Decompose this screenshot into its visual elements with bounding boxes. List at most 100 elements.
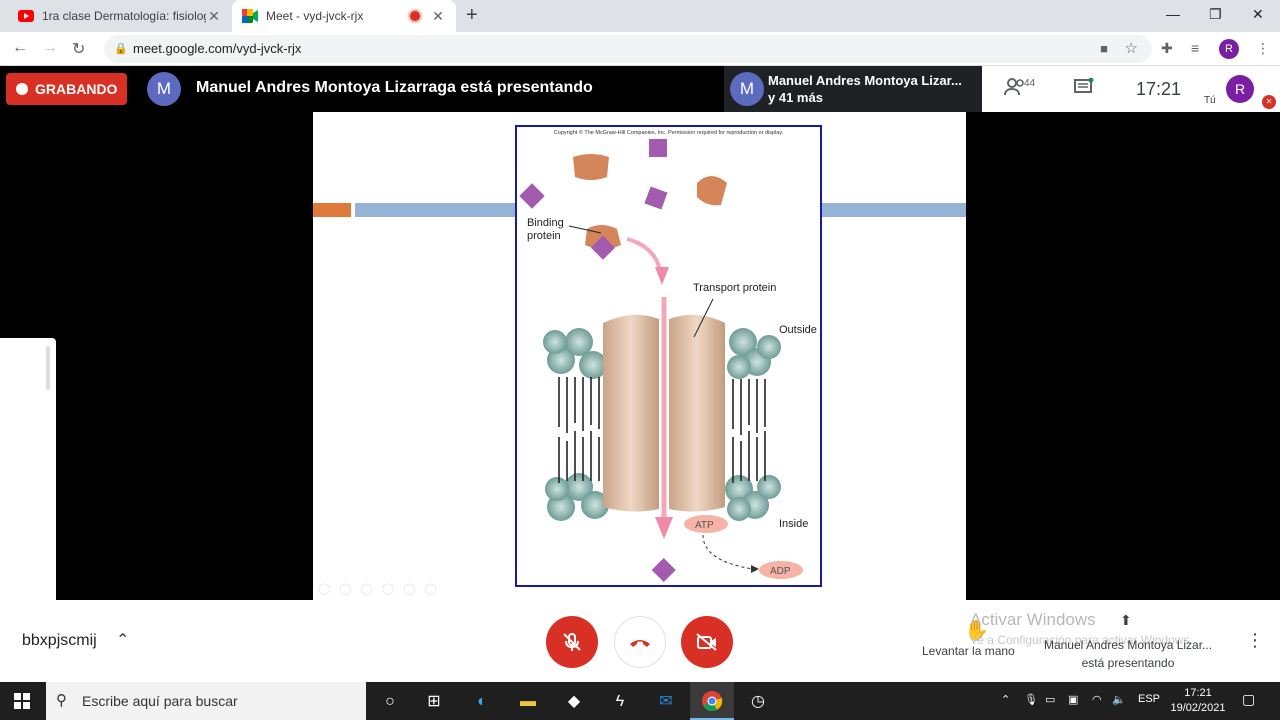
youtube-icon <box>18 8 34 24</box>
windows-start-icon[interactable] <box>14 693 30 709</box>
omnibox[interactable]: 🔒 meet.google.com/vyd-jvck-rjx ■ ☆ <box>104 35 1152 63</box>
minimize-icon[interactable]: — <box>1166 6 1180 22</box>
binding-protein-shape <box>573 154 609 180</box>
speaker-more-text: y 41 más <box>768 90 823 105</box>
slide-toolbar[interactable]: ◯◯◯◯◯◯ <box>318 582 446 595</box>
language-indicator[interactable]: ESP <box>1138 693 1160 705</box>
speaker-name: Manuel Andres Montoya Lizar... y 41 más <box>768 72 962 106</box>
lipid-bilayer-right <box>725 328 781 521</box>
windows-taskbar: ⚲ Escribe aquí para buscar ○ ⊞ ◐ ▬ ◆ ϟ ✉… <box>0 682 1280 720</box>
solute-diamond <box>644 186 668 210</box>
extensions-icon[interactable]: ✚ <box>1161 40 1173 57</box>
presenting-footer[interactable]: Manuel Andres Montoya Lizar... está pres… <box>1040 636 1216 672</box>
power-automate-icon[interactable]: ϟ <box>609 691 631 713</box>
volume-icon[interactable]: 🔈 <box>1112 693 1126 706</box>
tray-app-icon[interactable]: ▣ <box>1068 693 1078 706</box>
media-control-icon[interactable]: ≡ <box>1191 40 1199 56</box>
label-adp: ADP <box>770 566 791 577</box>
camera-toggle-button[interactable] <box>681 616 733 668</box>
taskbar-clock[interactable]: 17:21 19/02/2021 <box>1170 686 1226 716</box>
camera-icon[interactable]: ■ <box>1100 41 1108 56</box>
tab-title: Meet - vyd-jvck-rjx <box>266 9 364 23</box>
slide-header-bar <box>822 203 966 217</box>
chrome-taskbar-button[interactable] <box>690 682 734 720</box>
speaker-avatar: M <box>730 72 764 106</box>
presenting-footer-text: está presentando <box>1081 656 1175 670</box>
mic-muted-icon: ✕ <box>1262 95 1276 109</box>
meeting-clock: 17:21 <box>1136 79 1182 99</box>
taskbar-time: 17:21 <box>1184 687 1212 699</box>
close-tab-icon[interactable]: ✕ <box>430 8 446 25</box>
reload-icon[interactable]: ↻ <box>72 39 85 59</box>
meet-bottom-bar: bbxpjscmij ⌃ ✋ Levantar la mano Activar … <box>0 600 1280 682</box>
presented-slide: Copyright © The McGraw-Hill Companies, I… <box>313 112 966 600</box>
tab-meet[interactable]: Meet - vyd-jvck-rjx ✕ <box>232 0 456 32</box>
self-avatar[interactable]: R <box>1226 75 1254 103</box>
profile-avatar[interactable]: R <box>1219 39 1239 59</box>
scrollbar[interactable] <box>46 346 50 390</box>
windows-watermark-title: Activar Windows <box>970 610 1096 629</box>
label-binding: Binding protein <box>527 217 564 242</box>
camera-off-icon <box>696 633 717 651</box>
bookmark-star-icon[interactable]: ☆ <box>1125 39 1138 57</box>
presenter-avatar: M <box>147 72 181 106</box>
search-icon: ⚲ <box>56 692 67 709</box>
battery-icon[interactable]: ▭ <box>1045 693 1055 706</box>
speaker-tile[interactable]: M Manuel Andres Montoya Lizar... y 41 má… <box>724 66 982 112</box>
arrow-curve <box>626 237 663 276</box>
dropbox-icon[interactable]: ◆ <box>563 691 585 713</box>
cortana-icon[interactable]: ○ <box>379 691 401 713</box>
hangup-icon <box>630 640 650 647</box>
participants-count: 44 <box>1024 78 1036 89</box>
tab-title: 1ra clase Dermatología: fisiologí <box>42 9 206 23</box>
tray-chevron-icon[interactable]: ⌃ <box>1001 693 1010 706</box>
url-text[interactable]: meet.google.com/vyd-jvck-rjx <box>133 41 301 56</box>
taskbar-search-placeholder: Escribe aquí para buscar <box>82 693 238 709</box>
binding-protein-shape <box>697 176 727 206</box>
self-label: Tú <box>1204 95 1216 106</box>
chat-icon[interactable] <box>1074 77 1094 101</box>
back-icon[interactable]: ← <box>12 39 28 57</box>
restore-icon[interactable]: ❐ <box>1209 6 1222 23</box>
people-icon[interactable] <box>1004 78 1026 101</box>
notifications-icon[interactable]: ▢ <box>1242 691 1255 708</box>
close-window-icon[interactable]: ✕ <box>1252 6 1264 23</box>
presenting-title: Manuel Andres Montoya Lizarraga está pre… <box>196 79 593 96</box>
tray-mic-icon[interactable]: 🎙 <box>1024 693 1038 706</box>
meet-top-bar: GRABANDO M Manuel Andres Montoya Lizarra… <box>0 66 1280 112</box>
diagram-frame: Copyright © The McGraw-Hill Companies, I… <box>515 125 822 587</box>
more-options-icon[interactable]: ⋮ <box>1246 630 1264 651</box>
browser-menu-icon[interactable]: ⋮ <box>1256 40 1270 57</box>
lipid-bilayer-left <box>543 328 609 521</box>
task-view-icon[interactable]: ⊞ <box>423 691 445 713</box>
label-inside: Inside <box>779 518 809 530</box>
label-atp: ATP <box>695 520 714 531</box>
leave-call-button[interactable] <box>614 616 666 668</box>
taskbar-search[interactable]: ⚲ Escribe aquí para buscar <box>46 682 366 720</box>
meet-right-controls: 44 17:21 Tú R ✕ <box>982 66 1280 112</box>
forward-icon[interactable]: → <box>42 39 58 57</box>
mail-icon[interactable]: ✉ <box>655 691 677 713</box>
address-bar: ← → ↻ 🔒 meet.google.com/vyd-jvck-rjx ■ ☆ <box>0 32 1280 66</box>
transport-protein-right <box>669 314 725 512</box>
chrome-icon <box>702 691 723 712</box>
mic-off-icon <box>563 633 581 651</box>
speaker-name-text: Manuel Andres Montoya Lizar... <box>768 73 962 88</box>
new-tab-button[interactable]: + <box>466 4 478 27</box>
present-icon[interactable]: ⬆ <box>1120 612 1132 629</box>
close-tab-icon[interactable]: ✕ <box>206 8 222 25</box>
arrow-head <box>655 517 673 539</box>
solute-diamond <box>649 139 667 157</box>
mic-toggle-button[interactable] <box>546 616 598 668</box>
slide-accent-bar <box>313 203 351 217</box>
wifi-icon[interactable]: ◠ <box>1092 693 1102 706</box>
file-explorer-icon[interactable]: ▬ <box>517 691 539 713</box>
slide-header-bar <box>355 203 515 217</box>
meeting-code[interactable]: bbxpjscmij <box>22 632 97 650</box>
edge-icon[interactable]: ◐ <box>471 691 493 713</box>
chevron-up-icon[interactable]: ⌃ <box>116 630 129 650</box>
taskbar-date: 19/02/2021 <box>1170 702 1226 714</box>
recording-icon <box>410 11 420 21</box>
clock-app-icon[interactable]: ◷ <box>747 691 769 713</box>
tab-youtube[interactable]: 1ra clase Dermatología: fisiologí ✕ <box>8 0 232 32</box>
